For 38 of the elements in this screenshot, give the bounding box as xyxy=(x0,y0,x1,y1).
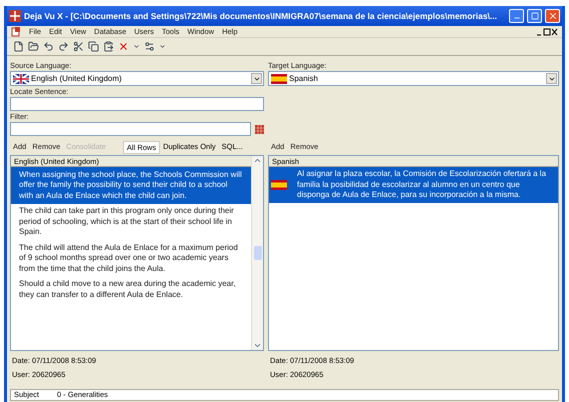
translation-text: Al asignar la plaza escolar, la Comisión de Escolarización ofertará a la familia la posibilidad de escolarizar al alumno en un centro que disponga de Aula de Enlace, para su incorporación a la misma. xyxy=(296,169,548,200)
folder-icon[interactable] xyxy=(28,41,39,52)
sentence-row[interactable]: Should a child move to a new area during the academic year, they can transfer to a different Aula de Enlace. xyxy=(11,276,251,302)
scroll-down-icon xyxy=(253,341,262,350)
flag-icon xyxy=(271,180,287,190)
new-file-icon[interactable] xyxy=(13,41,24,52)
flag-icon xyxy=(13,74,29,84)
paste-icon[interactable] xyxy=(103,41,114,52)
sentence-row[interactable]: When assigning the school place, the Schools Commission will offer the family the possibility to send their child to a school with an Aula de Enlace which the child can join. xyxy=(11,167,251,204)
grid-icon[interactable] xyxy=(255,124,264,134)
close-button[interactable] xyxy=(545,9,560,23)
maximize-icon xyxy=(530,12,538,20)
sentence-row[interactable]: Al asignar la plaza escolar, la Comisión de Escolarización ofertará a la familia la posibilidad de escolarizar al alumno en un centro que disponga de Aula de Enlace, para su incorporación a la misma. xyxy=(269,167,558,202)
caret-icon[interactable] xyxy=(133,43,140,50)
scrollbar[interactable] xyxy=(251,156,263,350)
delete-icon[interactable] xyxy=(118,41,129,52)
document-icon xyxy=(11,26,21,36)
app-logo-icon xyxy=(9,10,21,22)
sentence-row[interactable]: The child will attend the Aula de Enlace for a maximum period of 9 school months spread over one or two academic years from the time that the child joins the Aula. xyxy=(11,240,251,276)
locate-sentence-field[interactable] xyxy=(10,97,264,111)
settings-icon[interactable] xyxy=(144,41,155,52)
sentence-row[interactable]: The child can take part in this program only once during their period of schooling, which is at the start of their school life in Spain. xyxy=(11,204,251,240)
window-controls-icon xyxy=(536,28,558,36)
close-icon xyxy=(548,11,558,21)
window-title: Deja Vu X - [C:\Documents and Settings\722\Mis documentos\INMIGRA07\semana de la ciencia\ejemplos\memorias\... xyxy=(24,10,498,22)
copy-icon[interactable] xyxy=(88,41,99,52)
scroll-up-icon xyxy=(253,156,262,165)
scrollbar-thumb[interactable] xyxy=(254,246,262,260)
cut-icon[interactable] xyxy=(73,41,84,52)
caret-icon[interactable] xyxy=(159,43,166,50)
flag-icon xyxy=(271,74,287,84)
redo-icon[interactable] xyxy=(58,41,69,52)
undo-icon[interactable] xyxy=(43,41,54,52)
language-dropdown[interactable]: English (United Kingdom) xyxy=(10,71,264,86)
maximize-button[interactable] xyxy=(527,9,542,23)
minimize-button[interactable] xyxy=(509,9,524,23)
filter-field[interactable] xyxy=(10,122,251,136)
language-dropdown[interactable]: Spanish xyxy=(268,71,559,86)
